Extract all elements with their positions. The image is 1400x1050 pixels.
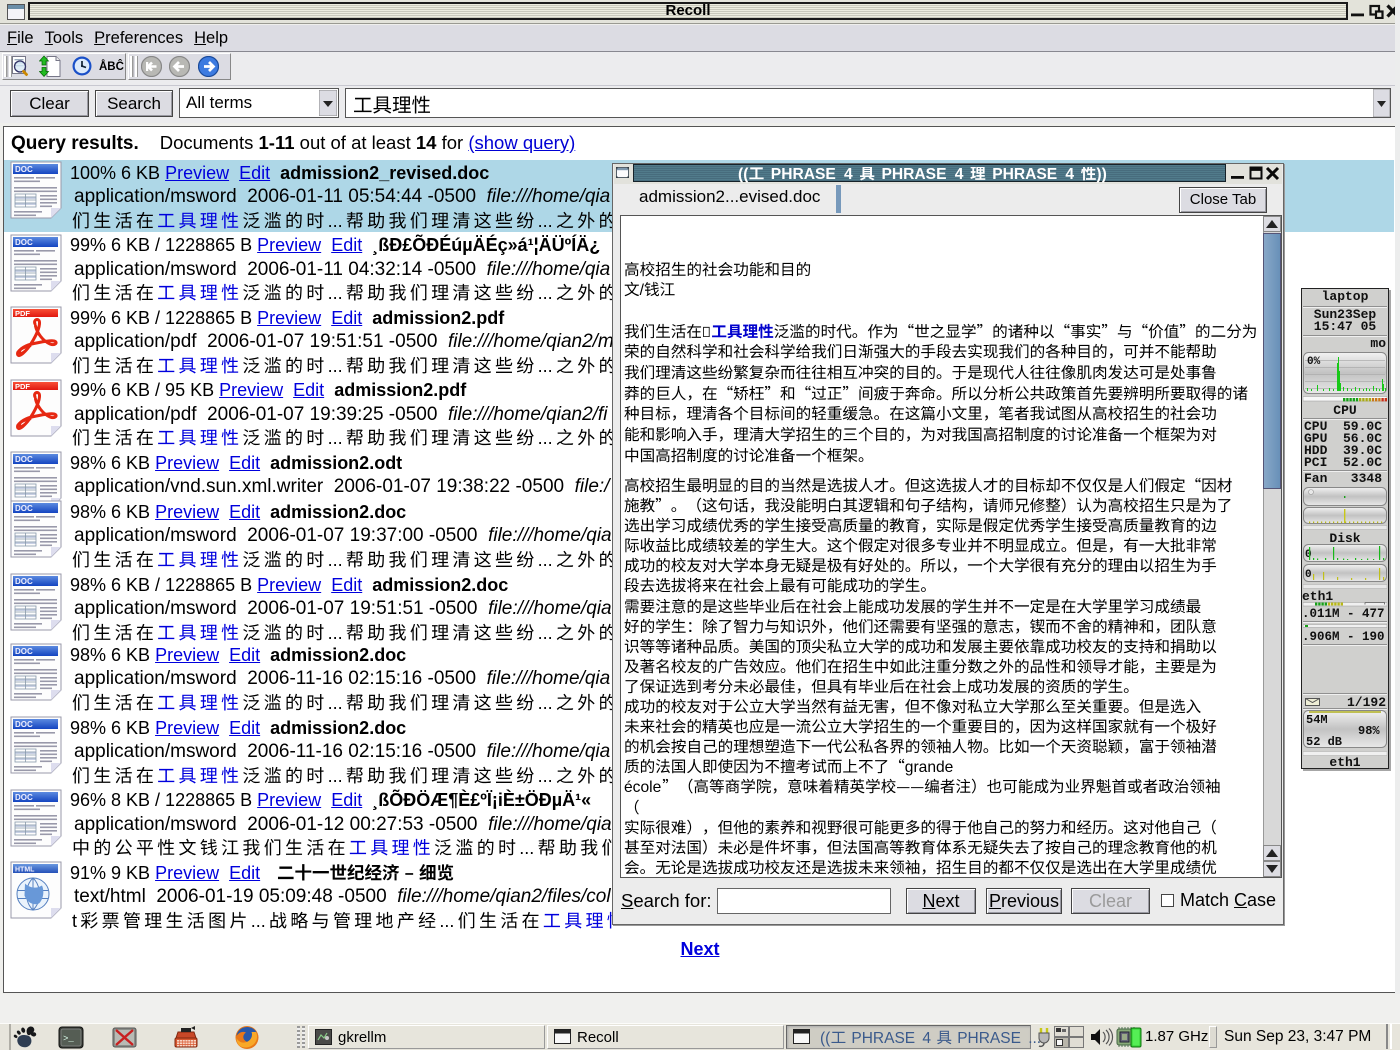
- svg-text:...: ...: [328, 428, 343, 448]
- svg-text:DOC: DOC: [15, 793, 33, 802]
- svg-text:...: ...: [538, 766, 553, 786]
- svg-text:/: /: [640, 282, 645, 299]
- svg-text:t: t: [72, 911, 77, 931]
- svg-text:4: 4: [955, 167, 964, 183]
- svg-text:PHRASE: PHRASE: [882, 167, 947, 183]
- svg-text:...: ...: [328, 766, 343, 786]
- svg-text:0: 0: [1305, 569, 1312, 581]
- svg-text:((: ((: [738, 167, 749, 183]
- svg-text:0: 0: [1305, 549, 1312, 561]
- svg-text:...: ...: [328, 283, 343, 303]
- svg-text:...: ...: [251, 911, 266, 931]
- svg-text:52 dB: 52 dB: [1306, 735, 1342, 748]
- svg-text:DOC: DOC: [15, 720, 33, 729]
- svg-text:DOC: DOC: [15, 238, 33, 247]
- svg-text:((: ((: [820, 1030, 831, 1047]
- svg-text:PDF: PDF: [15, 382, 30, 391]
- svg-text:DOC: DOC: [15, 455, 33, 464]
- svg-text:0%: 0%: [1307, 356, 1321, 368]
- svg-text:DOC: DOC: [15, 577, 33, 586]
- svg-text:54M: 54M: [1306, 713, 1328, 727]
- svg-text:PHRASE: PHRASE: [957, 1030, 1021, 1047]
- svg-text:DOC: DOC: [15, 504, 33, 513]
- svg-text:...: ...: [538, 693, 553, 713]
- svg-text:...: ...: [538, 211, 553, 231]
- svg-text:...: ...: [519, 838, 534, 858]
- svg-text:HTML: HTML: [15, 867, 35, 874]
- svg-text:...: ...: [538, 283, 553, 303]
- svg-text:DOC: DOC: [15, 647, 33, 656]
- svg-text:PHRASE: PHRASE: [851, 1030, 915, 1047]
- svg-text:)): )): [1097, 167, 1107, 183]
- svg-text:...: ...: [538, 550, 553, 570]
- svg-text:grande: grande: [905, 759, 954, 776]
- svg-text:...: ...: [328, 623, 343, 643]
- svg-text:PHRASE: PHRASE: [771, 167, 836, 183]
- svg-text:98%: 98%: [1358, 724, 1380, 738]
- svg-text:...: ...: [538, 356, 553, 376]
- svg-text:...: ...: [538, 623, 553, 643]
- svg-text:PDF: PDF: [15, 309, 30, 318]
- svg-text:...: ...: [328, 693, 343, 713]
- svg-text:école: école: [624, 779, 661, 796]
- svg-text:...: ...: [328, 356, 343, 376]
- svg-text:4: 4: [844, 167, 853, 183]
- svg-text:4: 4: [1066, 167, 1075, 183]
- svg-text:>_: >_: [63, 1034, 74, 1044]
- svg-text:...: ...: [538, 428, 553, 448]
- svg-text:...: ...: [328, 550, 343, 570]
- svg-text:PHRASE: PHRASE: [992, 167, 1057, 183]
- svg-text:...: ...: [439, 911, 454, 931]
- svg-text:4: 4: [922, 1030, 931, 1047]
- svg-text:DOC: DOC: [15, 165, 33, 174]
- svg-text:...: ...: [328, 211, 343, 231]
